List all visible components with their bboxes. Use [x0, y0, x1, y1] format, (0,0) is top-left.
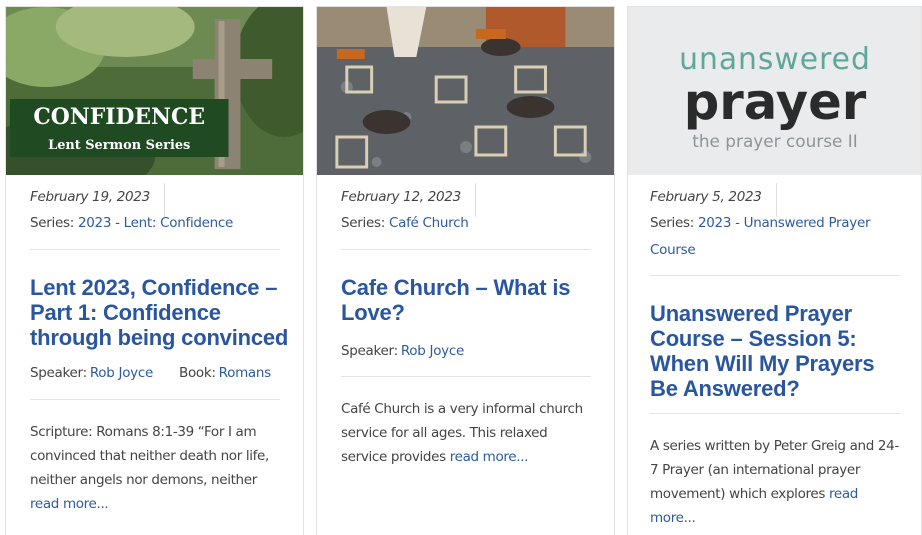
series-label: Series:	[30, 215, 74, 231]
read-more-link[interactable]: read more...	[30, 496, 109, 512]
confidence-image: CONFIDENCE Lent Sermon Series	[6, 7, 303, 175]
series-label: Series:	[650, 215, 694, 231]
post-date: February 12, 2023	[341, 189, 461, 205]
logo-line-2: prayer	[684, 73, 867, 131]
post-excerpt: A series written by Peter Greig and 24-7…	[650, 434, 906, 530]
speaker-label: Speaker:	[341, 343, 398, 359]
post-excerpt: Scripture: Romans 8:1-39 “For I am convi…	[30, 420, 282, 516]
read-more-link[interactable]: read more...	[450, 449, 529, 465]
post-title[interactable]: Unanswered Prayer Course – Session 5: Wh…	[650, 301, 900, 401]
cafe-chairs-image	[317, 7, 614, 175]
post-series: Series: Café Church	[341, 210, 601, 237]
speaker-link[interactable]: Rob Joyce	[90, 365, 153, 381]
post-title[interactable]: Lent 2023, Confidence – Part 1: Confiden…	[30, 275, 290, 350]
divider	[650, 413, 900, 414]
series-link[interactable]: 2023 - Lent: Confidence	[78, 215, 233, 231]
series-link[interactable]: Café Church	[389, 215, 469, 231]
speaker-label: Speaker:	[30, 365, 87, 381]
post-thumbnail-cafe[interactable]	[317, 7, 614, 175]
post-date: February 5, 2023	[650, 189, 762, 205]
post-speaker: Speaker: Rob Joyce	[341, 343, 464, 359]
divider	[341, 249, 591, 250]
image-title: CONFIDENCE	[33, 104, 205, 130]
series-label: Series:	[341, 215, 385, 231]
speaker-link[interactable]: Rob Joyce	[401, 343, 464, 359]
excerpt-text: A series written by Peter Greig and 24-7…	[650, 438, 899, 502]
divider	[30, 249, 280, 250]
divider	[30, 399, 280, 400]
post-title[interactable]: Cafe Church – What is Love?	[341, 275, 601, 325]
excerpt-text: Scripture: Romans 8:1-39 “For I am convi…	[30, 424, 269, 488]
post-date: February 19, 2023	[30, 189, 150, 205]
sermon-card: February 12, 2023 Series: Café Church Ca…	[316, 6, 615, 535]
post-thumbnail-confidence[interactable]: CONFIDENCE Lent Sermon Series	[6, 7, 303, 175]
post-series: Series: 2023 - Unanswered Prayer Course	[650, 210, 890, 264]
divider	[341, 376, 591, 377]
book-label: Book:	[178, 365, 216, 381]
image-subtitle: Lent Sermon Series	[48, 138, 190, 153]
sermon-card: CONFIDENCE Lent Sermon Series February 1…	[5, 6, 304, 535]
logo-line-1: unanswered	[679, 42, 871, 77]
post-excerpt: Café Church is a very informal church se…	[341, 397, 597, 469]
post-series: Series: 2023 - Lent: Confidence	[30, 210, 290, 237]
post-thumbnail-unanswered-prayer[interactable]: unanswered prayer the prayer course II	[628, 7, 921, 175]
post-speaker: Speaker: Rob Joyce Book: Romans	[30, 365, 271, 381]
sermon-card: unanswered prayer the prayer course II F…	[627, 6, 922, 535]
logo-line-3: the prayer course II	[692, 131, 857, 151]
divider	[650, 275, 900, 276]
unanswered-prayer-logo: unanswered prayer the prayer course II	[628, 7, 921, 175]
book-link[interactable]: Romans	[219, 365, 272, 381]
